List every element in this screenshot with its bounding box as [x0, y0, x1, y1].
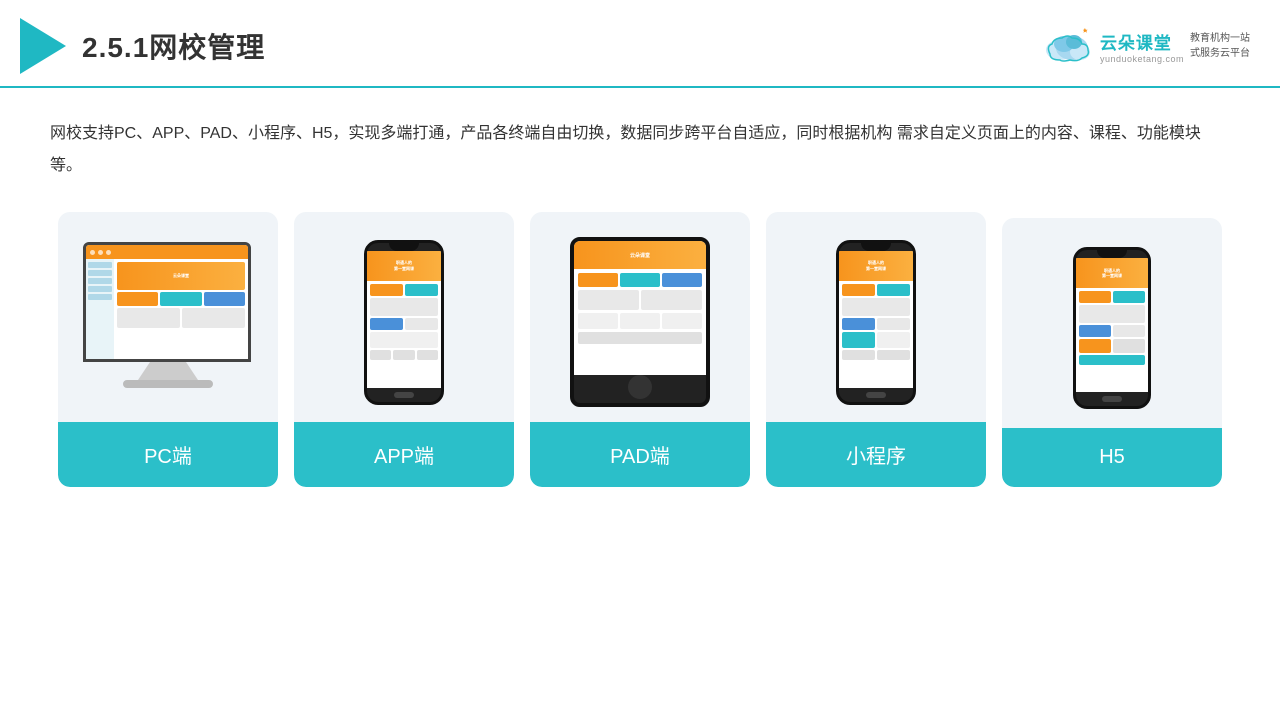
description-text: 网校支持PC、APP、PAD、小程序、H5，实现多端打通，产品各终端自由切换，数… [50, 118, 1230, 182]
header: 2.5.1网校管理 云朵课堂 yunduoketang.com 教育机构一站式服… [0, 0, 1280, 88]
pad-card: 云朵课堂 [530, 212, 750, 487]
pad-tablet-mockup: 云朵课堂 [570, 237, 710, 407]
brand-slogan: 教育机构一站式服务云平台 [1190, 31, 1250, 61]
pc-image-area: 云朵课堂 [58, 212, 278, 422]
app-image-area: 职通人的第一堂网课 [294, 212, 514, 422]
header-right: 云朵课堂 yunduoketang.com 教育机构一站式服务云平台 [1042, 28, 1250, 64]
pad-image-area: 云朵课堂 [530, 212, 750, 422]
platform-cards: 云朵课堂 [50, 212, 1230, 487]
h5-label: H5 [1002, 428, 1222, 487]
page-title: 2.5.1网校管理 [82, 26, 265, 66]
miniprogram-card: 职通人的第一堂网课 [766, 212, 986, 487]
pc-monitor-mockup: 云朵课堂 [83, 242, 253, 402]
pc-label: PC端 [58, 422, 278, 487]
app-label: APP端 [294, 422, 514, 487]
brand-text: 云朵课堂 yunduoketang.com [1100, 29, 1184, 64]
logo-triangle-icon [20, 18, 66, 74]
header-left: 2.5.1网校管理 [20, 18, 265, 74]
cloud-icon [1042, 28, 1094, 64]
main-content: 网校支持PC、APP、PAD、小程序、H5，实现多端打通，产品各终端自由切换，数… [0, 88, 1280, 507]
h5-phone-mockup: 职通人的第一堂网课 [1073, 247, 1151, 409]
brand-name: 云朵课堂 [1100, 29, 1172, 54]
app-card: 职通人的第一堂网课 [294, 212, 514, 487]
app-phone-mockup: 职通人的第一堂网课 [364, 240, 444, 405]
miniprogram-label: 小程序 [766, 422, 986, 487]
brand-logo: 云朵课堂 yunduoketang.com 教育机构一站式服务云平台 [1042, 28, 1250, 64]
h5-card: 职通人的第一堂网课 [1002, 218, 1222, 487]
pad-label: PAD端 [530, 422, 750, 487]
pc-card: 云朵课堂 [58, 212, 278, 487]
miniprogram-phone-mockup: 职通人的第一堂网课 [836, 240, 916, 405]
miniprogram-image-area: 职通人的第一堂网课 [766, 212, 986, 422]
brand-url: yunduoketang.com [1100, 54, 1184, 64]
h5-image-area: 职通人的第一堂网课 [1002, 218, 1222, 428]
